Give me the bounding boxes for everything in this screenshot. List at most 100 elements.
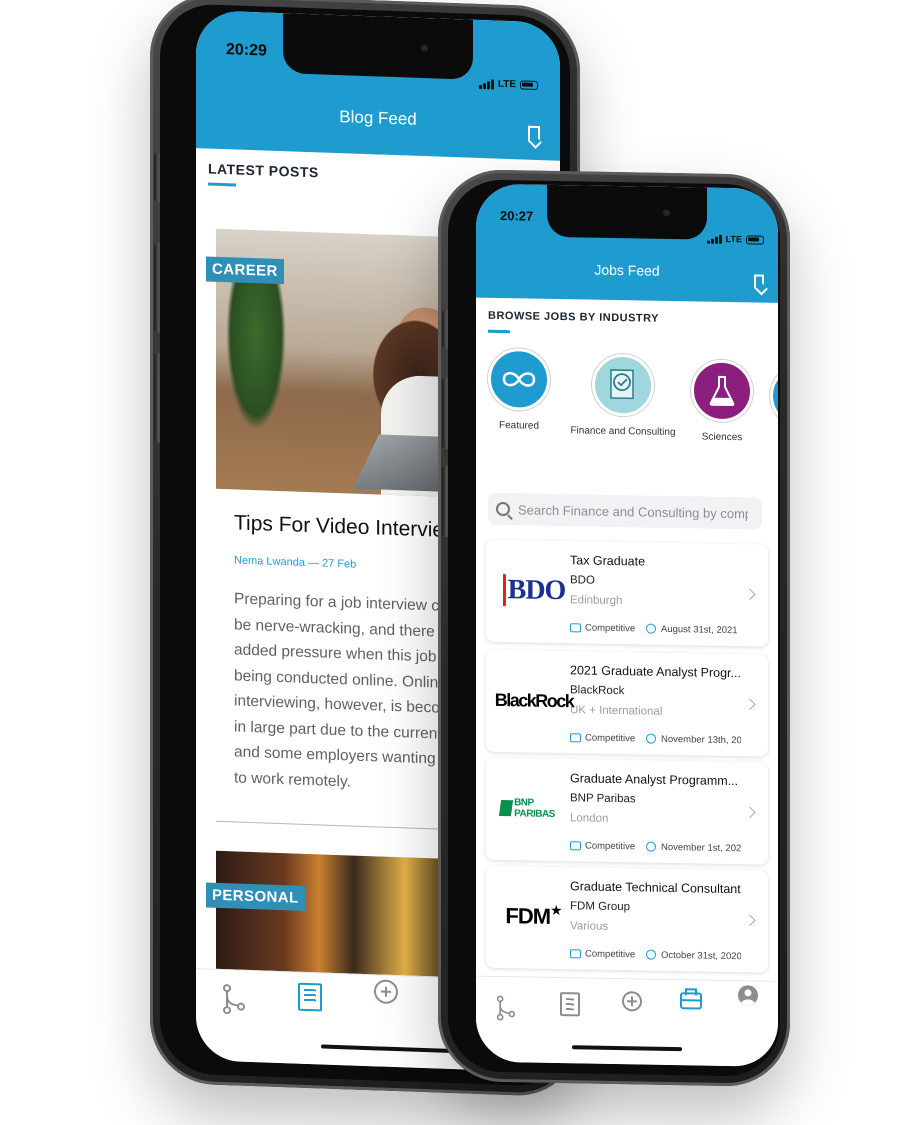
tab-bar xyxy=(476,975,778,1067)
clock-icon xyxy=(646,841,656,852)
notch xyxy=(547,184,707,240)
company-logo: FDM ★ xyxy=(500,896,568,937)
document-check-icon xyxy=(610,369,634,400)
job-card[interactable]: FDM ★ Graduate Technical Consultant FDM … xyxy=(486,865,768,973)
network-label: LTE xyxy=(497,78,516,91)
job-salary: Competitive xyxy=(585,948,636,961)
job-deadline: November 1st, 2020 xyxy=(661,841,741,855)
flask-icon xyxy=(709,375,735,407)
company-logo: BDO xyxy=(500,570,568,611)
job-location: UK + International xyxy=(570,704,663,718)
briefcase-icon[interactable] xyxy=(680,992,702,1010)
bnp-logo-text: BNP PARIBAS xyxy=(514,797,555,820)
bookmark-icon[interactable] xyxy=(754,274,764,289)
industry-circle xyxy=(592,353,654,417)
job-salary: Competitive xyxy=(585,732,636,745)
section-underline xyxy=(488,329,510,334)
plant-shape xyxy=(226,269,286,432)
home-indicator xyxy=(321,1044,451,1054)
jobs-phone: 20:27 LTE Jobs Feed BROWSE JOBS BY INDUS… xyxy=(438,168,790,1088)
clock-icon xyxy=(646,733,656,744)
job-company: BlackRock xyxy=(570,684,625,698)
industry-sciences[interactable]: Sciences xyxy=(688,359,756,443)
signal-icon xyxy=(706,234,722,244)
industry-circle xyxy=(691,359,753,423)
job-card[interactable]: BlackRock 2021 Graduate Analyst Progr...… xyxy=(486,649,768,757)
clock-icon xyxy=(646,623,656,634)
industry-featured[interactable]: Featured xyxy=(482,347,556,432)
blackrock-logo-text: BlackRock xyxy=(494,689,574,711)
plus-circle-icon[interactable] xyxy=(622,991,642,1012)
job-salary: Competitive xyxy=(585,622,636,635)
chevron-right-icon xyxy=(744,806,756,819)
user-icon[interactable] xyxy=(738,985,758,1006)
job-company: BNP Paribas xyxy=(570,792,636,806)
status-time: 20:29 xyxy=(226,41,267,60)
battery-icon xyxy=(520,80,538,91)
section-title: LATEST POSTS xyxy=(208,160,319,181)
job-card[interactable]: BNP PARIBAS Graduate Analyst Programm...… xyxy=(486,757,768,865)
status-time: 20:27 xyxy=(500,208,534,224)
job-title: Graduate Analyst Programm... xyxy=(570,771,739,789)
newspaper-icon[interactable] xyxy=(298,982,322,1012)
chevron-right-icon xyxy=(744,914,756,927)
job-card[interactable]: BDO Tax Graduate BDO Edinburgh Competiti… xyxy=(486,539,768,647)
search-input[interactable] xyxy=(518,501,748,521)
camera-icon xyxy=(421,44,428,52)
post-title[interactable]: Tips For Video Interviews xyxy=(234,511,470,543)
job-deadline: October 31st, 2020 xyxy=(661,949,741,963)
section-underline xyxy=(208,182,236,187)
bookmark-icon[interactable] xyxy=(528,125,540,143)
home-indicator xyxy=(572,1045,682,1052)
search-box[interactable] xyxy=(488,492,762,530)
industry-circle xyxy=(488,347,550,411)
job-title: 2021 Graduate Analyst Progr... xyxy=(570,663,741,681)
branch-icon[interactable] xyxy=(496,995,516,1021)
money-icon xyxy=(570,841,581,851)
job-company: BDO xyxy=(570,574,595,587)
industry-label: Featured xyxy=(498,419,540,432)
bdo-logo-text: BDO xyxy=(502,574,566,608)
fdm-logo-text: FDM xyxy=(505,903,551,929)
section-title: BROWSE JOBS BY INDUSTRY xyxy=(488,309,660,325)
post-meta: Nema Lwanda — 27 Feb xyxy=(234,554,357,571)
notch xyxy=(283,13,473,80)
job-deadline: November 13th, 2021 xyxy=(661,733,741,747)
status-indicators: LTE xyxy=(478,78,538,91)
industry-finance[interactable]: Finance and Consulting xyxy=(568,353,678,438)
branch-icon[interactable] xyxy=(222,984,246,1015)
post-tag[interactable]: PERSONAL xyxy=(206,882,305,911)
job-location: London xyxy=(570,812,609,825)
clock-icon xyxy=(646,949,656,960)
page-title: Jobs Feed xyxy=(594,261,660,279)
jobs-screen: 20:27 LTE Jobs Feed BROWSE JOBS BY INDUS… xyxy=(476,183,778,1067)
network-label: LTE xyxy=(725,233,742,245)
newspaper-icon[interactable] xyxy=(560,992,580,1017)
job-company: FDM Group xyxy=(570,900,631,914)
job-location: Edinburgh xyxy=(570,594,623,608)
job-title: Graduate Technical Consultant xyxy=(570,879,741,897)
company-logo: BNP PARIBAS xyxy=(498,788,568,829)
post-tag[interactable]: CAREER xyxy=(206,256,284,285)
page-title: Blog Feed xyxy=(339,107,417,129)
company-logo: BlackRock xyxy=(495,680,574,721)
job-location: Various xyxy=(570,920,609,933)
job-title: Tax Graduate xyxy=(570,553,646,569)
industry-label: Sciences xyxy=(701,431,743,444)
industry-circle-partial[interactable] xyxy=(770,364,778,428)
battery-icon xyxy=(746,234,764,245)
money-icon xyxy=(570,949,581,959)
status-indicators: LTE xyxy=(706,233,764,245)
job-deadline: August 31st, 2021 xyxy=(661,623,738,637)
money-icon xyxy=(570,623,581,633)
bnp-star-icon xyxy=(498,800,514,817)
search-icon xyxy=(496,501,510,517)
industry-label: Finance and Consulting xyxy=(570,425,676,439)
chevron-right-icon xyxy=(744,698,756,711)
job-salary: Competitive xyxy=(585,840,636,853)
infinity-icon xyxy=(502,371,536,387)
signal-icon xyxy=(478,78,494,89)
plus-circle-icon[interactable] xyxy=(374,979,398,1005)
chevron-right-icon xyxy=(744,588,756,601)
camera-icon xyxy=(663,209,670,217)
